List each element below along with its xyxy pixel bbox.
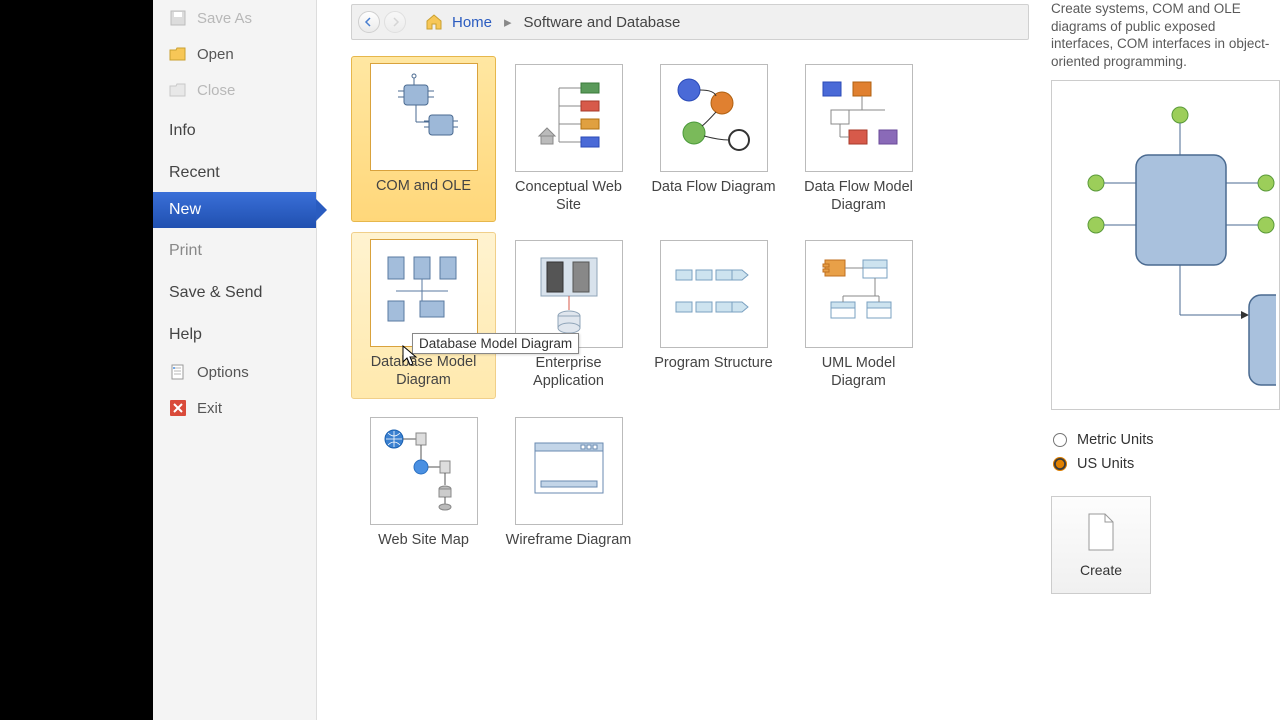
- template-thumb: [805, 240, 913, 348]
- template-grid: COM and OLE Conceptual Web Site: [317, 48, 1045, 720]
- chevron-right-icon: ▸: [504, 13, 512, 31]
- tooltip: Database Model Diagram: [412, 333, 579, 354]
- sidebar-help[interactable]: Help: [153, 312, 316, 354]
- template-label: Web Site Map: [378, 531, 469, 549]
- radio-label: Metric Units: [1077, 432, 1154, 448]
- sidebar-exit[interactable]: Exit: [153, 390, 316, 426]
- template-preview: [1051, 80, 1280, 410]
- sidebar-close[interactable]: Close: [153, 72, 316, 108]
- sidebar-label: Options: [197, 364, 249, 381]
- template-description: Create systems, COM and OLE diagrams of …: [1051, 0, 1280, 70]
- template-uml-model-diagram[interactable]: UML Model Diagram: [786, 232, 931, 398]
- breadcrumb-category: Software and Database: [524, 14, 681, 31]
- sidebar-print[interactable]: Print: [153, 228, 316, 270]
- sidebar-label: Close: [197, 82, 235, 99]
- main-content: Home ▸ Software and Database COM and OLE: [317, 0, 1045, 720]
- template-thumb: [805, 64, 913, 172]
- sidebar-label: Save As: [197, 10, 252, 27]
- sidebar-options[interactable]: Options: [153, 354, 316, 390]
- sidebar-new[interactable]: New: [153, 192, 316, 228]
- breadcrumb: Home ▸ Software and Database: [351, 4, 1029, 40]
- template-label: Data Flow Diagram: [651, 178, 775, 196]
- template-thumb: [515, 417, 623, 525]
- backstage-sidebar: Save As Open Close Info Recent New Print…: [153, 0, 317, 720]
- breadcrumb-back[interactable]: [358, 11, 380, 33]
- sidebar-info[interactable]: Info: [153, 108, 316, 150]
- template-label: Wireframe Diagram: [506, 531, 632, 549]
- template-data-flow-model-diagram[interactable]: Data Flow Model Diagram: [786, 56, 931, 222]
- right-panel: Create systems, COM and OLE diagrams of …: [1045, 0, 1280, 720]
- template-thumb: [660, 64, 768, 172]
- template-com-and-ole[interactable]: COM and OLE: [351, 56, 496, 222]
- template-label: Conceptual Web Site: [504, 178, 633, 214]
- folder-close-icon: [169, 81, 187, 99]
- radio-input[interactable]: [1053, 433, 1067, 447]
- breadcrumb-home[interactable]: Home: [452, 14, 492, 31]
- sidebar-open[interactable]: Open: [153, 36, 316, 72]
- sidebar-label: New: [169, 201, 201, 219]
- template-label: UML Model Diagram: [794, 354, 923, 390]
- exit-icon: [169, 399, 187, 417]
- sidebar-save-send[interactable]: Save & Send: [153, 270, 316, 312]
- save-icon: [169, 9, 187, 27]
- template-thumb: [515, 240, 623, 348]
- options-icon: [169, 363, 187, 381]
- radio-metric-units[interactable]: Metric Units: [1053, 432, 1280, 448]
- radio-input[interactable]: [1053, 457, 1067, 471]
- template-label: COM and OLE: [376, 177, 471, 195]
- page-icon: [1085, 512, 1117, 552]
- breadcrumb-forward[interactable]: [384, 11, 406, 33]
- sidebar-label: Exit: [197, 400, 222, 417]
- template-database-model-diagram[interactable]: Database Model Diagram Database Model Di…: [351, 232, 496, 398]
- template-thumb: [370, 63, 478, 171]
- template-data-flow-diagram[interactable]: Data Flow Diagram: [641, 56, 786, 222]
- template-web-site-map[interactable]: Web Site Map: [351, 409, 496, 557]
- template-thumb: [515, 64, 623, 172]
- radio-us-units[interactable]: US Units: [1053, 456, 1280, 472]
- template-label: Database Model Diagram: [358, 353, 489, 389]
- sidebar-save-as[interactable]: Save As: [153, 0, 316, 36]
- folder-open-icon: [169, 45, 187, 63]
- sidebar-label: Open: [197, 46, 234, 63]
- template-thumb: [660, 240, 768, 348]
- template-thumb: [370, 239, 478, 347]
- template-wireframe-diagram[interactable]: Wireframe Diagram: [496, 409, 641, 557]
- template-label: Program Structure: [654, 354, 772, 372]
- template-label: Data Flow Model Diagram: [794, 178, 923, 214]
- sidebar-recent[interactable]: Recent: [153, 150, 316, 192]
- create-label: Create: [1080, 562, 1122, 578]
- template-enterprise-application[interactable]: Enterprise Application: [496, 232, 641, 398]
- radio-label: US Units: [1077, 456, 1134, 472]
- template-thumb: [370, 417, 478, 525]
- template-program-structure[interactable]: Program Structure: [641, 232, 786, 398]
- home-icon[interactable]: [424, 12, 444, 32]
- template-conceptual-web-site[interactable]: Conceptual Web Site: [496, 56, 641, 222]
- template-label: Enterprise Application: [504, 354, 633, 390]
- create-button[interactable]: Create: [1051, 496, 1151, 594]
